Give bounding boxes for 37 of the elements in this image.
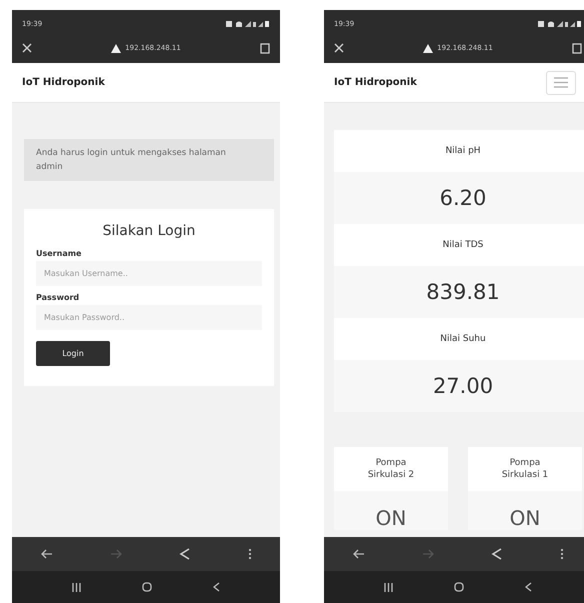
field-label: Password bbox=[36, 293, 80, 302]
pump-state: ON bbox=[510, 505, 540, 530]
back-arrow-icon[interactable] bbox=[352, 549, 364, 559]
pump-state: ON bbox=[376, 505, 406, 530]
app-title[interactable]: IoT Hidroponik bbox=[334, 77, 417, 88]
warning-icon bbox=[111, 44, 122, 52]
field-label: Username bbox=[36, 249, 82, 258]
more-icon[interactable] bbox=[560, 548, 564, 560]
pump-label: Pompa Sirkulasi 1 bbox=[468, 447, 582, 491]
status-icons bbox=[538, 20, 582, 28]
close-icon[interactable] bbox=[334, 43, 344, 53]
more-icon[interactable] bbox=[248, 548, 252, 560]
pump-label: Pompa Sirkulasi 2 bbox=[334, 447, 448, 491]
status-icons bbox=[226, 20, 270, 28]
share-icon[interactable] bbox=[490, 548, 502, 560]
bookmark-icon[interactable] bbox=[572, 42, 582, 54]
close-icon[interactable] bbox=[22, 43, 32, 53]
input-field[interactable]: Masukan Password.. bbox=[36, 305, 262, 330]
back-arrow-icon[interactable] bbox=[40, 549, 52, 559]
input-field[interactable]: Masukan Username.. bbox=[36, 261, 262, 286]
back-icon[interactable] bbox=[524, 582, 532, 592]
reading-value: 27.00 bbox=[334, 360, 584, 412]
home-icon[interactable] bbox=[142, 582, 152, 592]
login-alert: Anda harus login untuk mengakses halaman admin bbox=[24, 139, 274, 181]
recents-icon[interactable] bbox=[384, 582, 394, 592]
recents-icon[interactable] bbox=[72, 582, 82, 592]
home-icon[interactable] bbox=[454, 582, 464, 592]
reading-value: 839.81 bbox=[334, 266, 584, 318]
bookmark-icon[interactable] bbox=[260, 42, 270, 54]
menu-icon bbox=[554, 77, 568, 88]
back-icon[interactable] bbox=[212, 582, 220, 592]
reading-value: 6.20 bbox=[334, 172, 584, 224]
app-title[interactable]: IoT Hidroponik bbox=[22, 77, 105, 88]
login-button[interactable]: Login bbox=[36, 341, 110, 366]
warning-icon bbox=[423, 44, 434, 52]
share-icon[interactable] bbox=[178, 548, 190, 560]
login-title: Silakan Login bbox=[102, 223, 196, 239]
